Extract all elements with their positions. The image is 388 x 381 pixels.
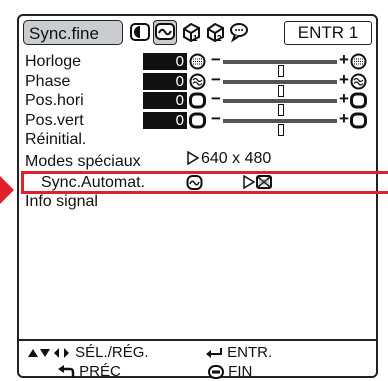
clock-label: Horloge	[25, 53, 82, 70]
back-hint: PRÉC	[57, 363, 121, 380]
vertical-position-icon	[189, 112, 206, 128]
clock-minus-label: −	[211, 50, 221, 69]
off-icon	[256, 174, 272, 189]
sync-tab-icon[interactable]	[153, 20, 177, 45]
vertical-position-label: Pos.vert	[25, 111, 84, 129]
phase-value: 0	[143, 72, 187, 90]
end-hint: FIN	[208, 363, 252, 380]
enter-key-icon	[206, 348, 222, 359]
back-label: PRÉC	[79, 363, 121, 380]
clock-plus-label: +	[339, 50, 349, 69]
vertical-position-row[interactable]: Pos.vert 0 − +	[19, 108, 376, 136]
auto-sync-label: Sync.Automat.	[41, 173, 146, 191]
vertical-position-minus-label: −	[211, 108, 221, 128]
phase-label: Phase	[25, 72, 71, 90]
phase-icon	[189, 73, 206, 89]
phase-end-icon	[350, 73, 367, 89]
enter-hint: ENTR.	[205, 344, 272, 361]
phase-slider[interactable]: − +	[211, 69, 367, 97]
horizontal-position-label: Pos.hori	[25, 92, 84, 109]
special-modes-value: 640 x 480	[201, 149, 272, 167]
reset-label: Réinitial.	[25, 131, 87, 148]
select-adjust-hint: SÉL./RÉG.	[27, 344, 149, 361]
end-label: FIN	[228, 363, 253, 380]
signal-info-row[interactable]: Info signal	[19, 192, 376, 214]
phase-plus-label: +	[339, 69, 349, 89]
menu-title-tab[interactable]: Sync.fine	[23, 20, 123, 45]
horizontal-position-row[interactable]: Pos.hori 0 − +	[19, 89, 376, 116]
vertical-position-end-icon	[350, 112, 367, 128]
clock-end-icon	[350, 53, 367, 70]
vertical-position-track	[223, 118, 337, 136]
footer-divider	[19, 339, 376, 341]
sync-fine-menu: Sync.fine 1 2 ENTR 1 Horloge 0 − + Phase…	[17, 14, 388, 380]
reset-row[interactable]: Réinitial.	[19, 130, 376, 150]
option1-tab-icon[interactable]: 1	[180, 21, 202, 43]
clock-row[interactable]: Horloge 0 − +	[19, 50, 376, 77]
return-icon	[58, 365, 75, 379]
menu-items: Horloge 0 − + Phase 0 − + Pos.hori 0 − +…	[19, 50, 388, 214]
vertical-position-slider[interactable]: − +	[211, 108, 367, 136]
vertical-position-value: 0	[143, 111, 187, 129]
clock-value: 0	[143, 53, 187, 70]
vertical-position-plus-label: +	[339, 108, 349, 128]
language-tab-icon[interactable]	[228, 21, 250, 43]
selection-pointer-icon	[0, 176, 14, 204]
horizontal-position-value: 0	[143, 92, 187, 109]
horizontal-position-slider[interactable]: − +	[211, 89, 367, 116]
horizontal-position-plus-label: +	[339, 89, 349, 108]
phase-minus-label: −	[211, 69, 221, 89]
enter-label: ENTR.	[227, 344, 273, 361]
horizontal-position-track	[223, 99, 337, 116]
horizontal-position-end-icon	[350, 92, 367, 109]
horizontal-position-minus-label: −	[211, 89, 221, 108]
auto-sync-row[interactable]: Sync.Automat.	[19, 167, 388, 194]
option2-tab-icon[interactable]: 2	[204, 21, 226, 43]
phase-track	[223, 79, 337, 97]
special-modes-arrow-icon	[187, 150, 199, 165]
menu-tab-bar: Sync.fine 1 2 ENTR 1	[19, 16, 376, 50]
arrow-keys-icon	[28, 348, 69, 359]
clock-slider[interactable]: − +	[211, 50, 367, 77]
picture-tab-icon[interactable]	[129, 21, 151, 43]
input-source-label: ENTR 1	[284, 21, 372, 45]
signal-info-label: Info signal	[25, 192, 98, 210]
auto-sync-icon	[186, 174, 203, 190]
horizontal-position-icon	[189, 92, 206, 109]
phase-row[interactable]: Phase 0 − +	[19, 69, 376, 97]
special-modes-row[interactable]: Modes spéciaux 640 x 480	[19, 149, 376, 170]
auto-sync-arrow-icon	[243, 174, 255, 189]
clock-track	[223, 60, 337, 77]
svg-text:1: 1	[193, 34, 198, 43]
svg-text:2: 2	[217, 34, 222, 43]
select-adjust-label: SÉL./RÉG.	[75, 344, 149, 361]
clock-icon	[189, 53, 206, 70]
menu-button-icon	[208, 365, 224, 380]
